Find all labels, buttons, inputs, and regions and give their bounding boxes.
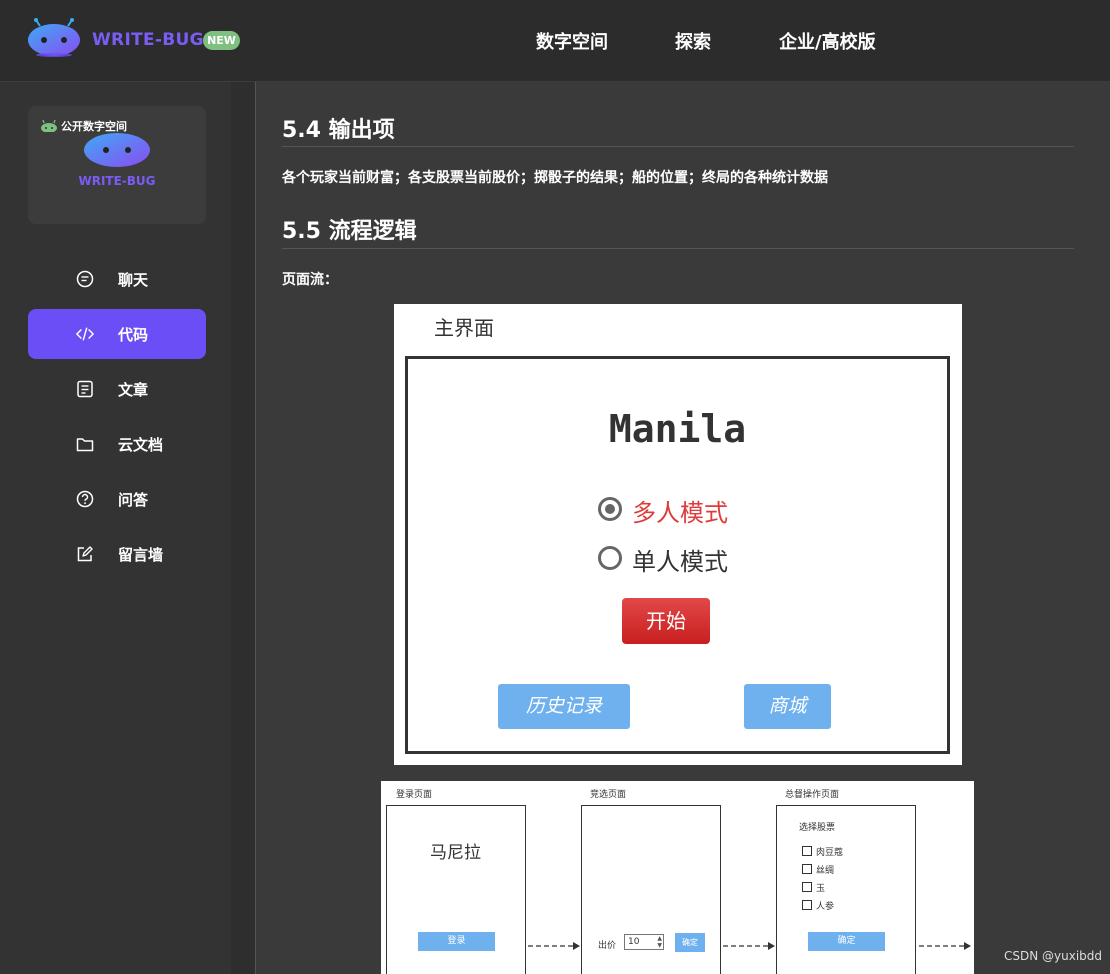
start-button-mock: 开始	[622, 598, 710, 644]
write-bug-mascot-icon	[84, 133, 150, 167]
bid-input-mock: 10 ▲ ▼	[624, 934, 664, 950]
sidebar-item-chat[interactable]: 聊天	[28, 254, 206, 304]
public-space-brand: WRITE-BUG	[78, 174, 156, 188]
sidebar-item-label: 云文档	[118, 436, 164, 454]
shop-button-mock: 商城	[744, 684, 831, 729]
radio-multi-player	[598, 497, 622, 521]
new-badge: NEW	[203, 31, 240, 50]
article-content: 5.4 输出项 各个玩家当前财富；各支股票当前股价；掷骰子的结果；船的位置；终局…	[255, 82, 1110, 974]
bid-page-panel: 出价 10 ▲ ▼ 确定	[581, 805, 721, 974]
article-icon	[77, 380, 93, 398]
csdn-watermark: CSDN @yuxibdd	[1004, 949, 1103, 963]
bid-label: 出价	[598, 941, 617, 951]
content-gutter	[231, 82, 255, 974]
nav-explore[interactable]: 探索	[675, 28, 711, 54]
arrow-right-icon	[919, 942, 971, 950]
history-button-mock: 历史记录	[498, 684, 630, 729]
section-divider	[282, 248, 1074, 249]
sidebar-item-cloud-docs[interactable]: 云文档	[28, 419, 206, 469]
section-heading-output: 5.4 输出项	[282, 118, 395, 143]
nav-digital-space[interactable]: 数字空间	[536, 28, 608, 54]
brand-name[interactable]: WRITE-BUG	[92, 30, 204, 50]
write-bug-logo-icon[interactable]	[26, 18, 82, 58]
sidebar-item-label: 问答	[118, 491, 149, 509]
governor-confirm-mock: 确定	[808, 932, 885, 951]
nav-enterprise[interactable]: 企业/高校版	[779, 28, 876, 54]
stock-checkbox	[802, 864, 812, 874]
stock-label: 玉	[816, 884, 826, 894]
figure-main-title: 主界面	[434, 316, 494, 340]
sidebar-item-message-wall[interactable]: 留言墙	[28, 529, 206, 579]
select-stock-title: 选择股票	[799, 823, 836, 833]
sidebar-item-article[interactable]: 文章	[28, 364, 206, 414]
stock-label: 肉豆蔻	[816, 848, 844, 858]
sidebar-item-code[interactable]: 代码	[28, 309, 206, 359]
login-title: 马尼拉	[430, 843, 481, 863]
arrow-right-icon	[528, 942, 580, 950]
bid-page-caption: 竞选页面	[590, 790, 627, 800]
login-button-mock: 登录	[418, 932, 495, 951]
page-flow-label: 页面流：	[282, 272, 338, 288]
stock-checkbox	[802, 900, 812, 910]
public-space-card[interactable]: 公开数字空间 WRITE-BUG	[28, 106, 206, 224]
section-divider	[282, 146, 1074, 147]
top-bar: WRITE-BUG NEW 数字空间 探索 企业/高校版	[0, 0, 1110, 82]
chat-icon	[76, 270, 94, 288]
question-icon	[76, 490, 94, 508]
stock-label: 人参	[816, 902, 835, 912]
output-items-text: 各个玩家当前财富；各支股票当前股价；掷骰子的结果；船的位置；终局的各种统计数据	[282, 170, 828, 186]
sidebar-item-qa[interactable]: 问答	[28, 474, 206, 524]
game-title: Manila	[608, 407, 747, 451]
governor-page-panel: 选择股票 肉豆蔻 丝绸 玉 人参 确定	[776, 805, 916, 974]
radio-single-player	[598, 546, 622, 570]
sidebar-item-label: 代码	[118, 326, 149, 344]
option-single-player: 单人模式	[632, 548, 728, 576]
section-heading-flow: 5.5 流程逻辑	[282, 219, 417, 244]
sidebar-item-label: 文章	[118, 381, 149, 399]
option-multi-player: 多人模式	[632, 499, 728, 527]
bid-value: 10	[628, 937, 640, 947]
bid-confirm-mock: 确定	[675, 933, 705, 952]
sidebar-item-label: 留言墙	[118, 546, 164, 564]
edit-icon	[77, 546, 93, 562]
login-page-panel: 马尼拉 登录	[386, 805, 526, 974]
login-page-caption: 登录页面	[396, 790, 433, 800]
code-icon	[76, 327, 94, 341]
stock-checkbox	[802, 882, 812, 892]
figure-main-frame: Manila 多人模式 单人模式 开始 历史记录 商城	[405, 356, 950, 754]
stock-checkbox	[802, 846, 812, 856]
main-screen-figure: 主界面 Manila 多人模式 单人模式 开始 历史记录 商城	[394, 304, 962, 765]
folder-icon	[76, 438, 94, 452]
sidebar-item-label: 聊天	[118, 271, 149, 289]
stock-label: 丝绸	[816, 866, 835, 876]
sidebar: 公开数字空间 WRITE-BUG 聊天 代码 文章 云文档 问答 留言墙	[0, 82, 231, 974]
android-icon	[41, 120, 57, 132]
governor-page-caption: 总督操作页面	[785, 790, 840, 800]
page-flow-figure: 登录页面 马尼拉 登录 竞选页面 出价 10 ▲ ▼ 确定 总督操作页面 选择股票…	[381, 781, 974, 974]
arrow-right-icon	[723, 942, 775, 950]
spinner-icon: ▲ ▼	[657, 935, 662, 949]
